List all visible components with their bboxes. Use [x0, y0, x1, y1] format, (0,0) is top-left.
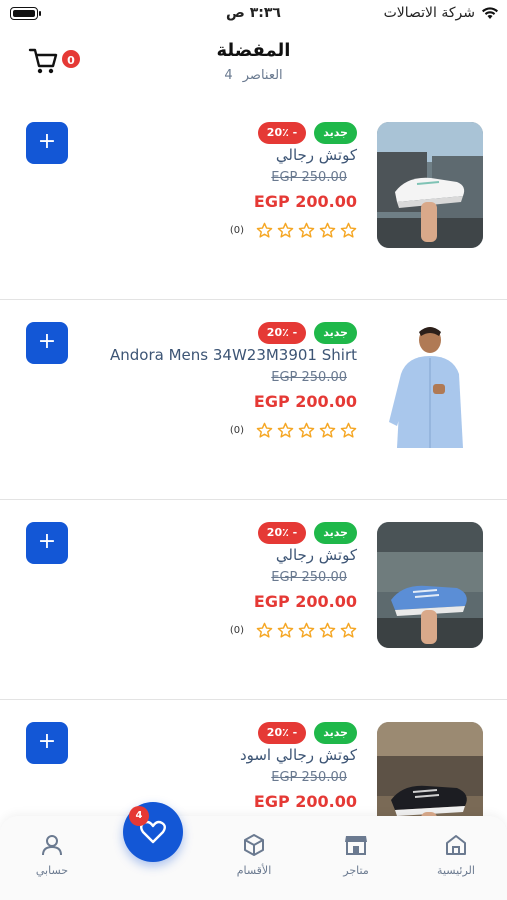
- add-to-cart-button[interactable]: +: [26, 522, 68, 564]
- add-to-cart-button[interactable]: +: [26, 322, 68, 364]
- star-icon: [277, 622, 294, 638]
- star-icon: [340, 422, 357, 438]
- star-icon: [340, 222, 357, 238]
- nav-account-label: حسابي: [35, 864, 69, 877]
- tags: 20٪ - جديد: [257, 122, 357, 144]
- star-icon: [256, 422, 273, 438]
- nav-home-label: الرئيسية: [437, 864, 475, 877]
- page-title: المفضلة: [216, 40, 291, 61]
- favorite-item[interactable]: + 20٪ - جديد كوتش رجالي EGP 250.00 EGP 2…: [0, 500, 507, 700]
- star-icon: [277, 222, 294, 238]
- star-icon: [319, 622, 336, 638]
- user-icon: [42, 835, 62, 856]
- tags: 20٪ - جديد: [257, 322, 357, 344]
- old-price: EGP 250.00: [271, 170, 347, 185]
- carrier-label: شركة الاتصالات: [383, 5, 475, 21]
- bottom-nav: الرئيسية متاجر الأقسام حسابي: [0, 816, 507, 900]
- new-badge: جديد: [314, 122, 357, 144]
- tags: 20٪ - جديد: [257, 522, 357, 544]
- product-name[interactable]: كوتش رجالي: [276, 546, 357, 564]
- price: EGP 200.00: [253, 792, 357, 811]
- nav-account[interactable]: حسابي: [12, 832, 92, 877]
- new-badge: جديد: [314, 322, 357, 344]
- nav-stores[interactable]: متاجر: [316, 832, 396, 877]
- nav-categories[interactable]: الأقسام: [214, 832, 294, 877]
- page-header: 0 المفضلة العناصر 4: [0, 32, 507, 102]
- star-icon: [256, 622, 273, 638]
- rating: (0): [230, 422, 357, 439]
- box-icon: [244, 834, 264, 856]
- star-icon: [298, 422, 315, 438]
- product-name[interactable]: Andora Mens 34W23M3901 Shirt: [110, 346, 357, 364]
- items-count: العناصر 4: [0, 68, 507, 83]
- product-image[interactable]: [377, 322, 483, 448]
- nav-categories-label: الأقسام: [236, 864, 272, 877]
- star-icon: [340, 622, 357, 638]
- rating: (0): [230, 222, 357, 239]
- price: EGP 200.00: [253, 592, 357, 611]
- wifi-icon: [482, 7, 498, 19]
- old-price: EGP 250.00: [271, 370, 347, 385]
- new-badge: جديد: [314, 522, 357, 544]
- status-carrier: شركة الاتصالات: [384, 5, 499, 21]
- tags: 20٪ - جديد: [257, 722, 357, 744]
- store-icon: [345, 836, 367, 855]
- discount-badge: 20٪ -: [257, 322, 307, 344]
- nav-home[interactable]: الرئيسية: [416, 832, 496, 877]
- old-price: EGP 250.00: [271, 770, 347, 785]
- rating-count: (0): [229, 625, 244, 636]
- add-to-cart-button[interactable]: +: [26, 722, 68, 764]
- new-badge: جديد: [314, 722, 357, 744]
- home-icon: [446, 835, 466, 855]
- items-count-value: 4: [224, 68, 233, 83]
- discount-badge: 20٪ -: [257, 122, 307, 144]
- star-icon: [277, 422, 294, 438]
- add-to-cart-button[interactable]: +: [26, 122, 68, 164]
- favorites-badge: 4: [129, 806, 149, 826]
- star-icon: [298, 222, 315, 238]
- status-bar: ٣:٣٦ ص شركة الاتصالات: [0, 0, 507, 28]
- rating-count: (0): [229, 425, 244, 436]
- favorite-item[interactable]: + 20٪ - جديد Andora Mens 34W23M3901 Shir…: [0, 300, 507, 500]
- star-icon: [298, 622, 315, 638]
- product-name[interactable]: كوتش رجالي اسود: [240, 746, 357, 764]
- favorites-button[interactable]: 4: [123, 802, 183, 862]
- product-image[interactable]: [377, 522, 483, 648]
- nav-stores-label: متاجر: [343, 864, 369, 877]
- discount-badge: 20٪ -: [257, 522, 307, 544]
- rating-count: (0): [229, 225, 244, 236]
- star-icon: [319, 422, 336, 438]
- items-count-label: العناصر: [242, 68, 283, 83]
- rating: (0): [230, 622, 357, 639]
- old-price: EGP 250.00: [271, 570, 347, 585]
- star-icon: [319, 222, 336, 238]
- star-icon: [256, 222, 273, 238]
- discount-badge: 20٪ -: [257, 722, 307, 744]
- product-name[interactable]: كوتش رجالي: [276, 146, 357, 164]
- product-image[interactable]: [377, 122, 483, 248]
- price: EGP 200.00: [253, 392, 357, 411]
- price: EGP 200.00: [253, 192, 357, 211]
- favorite-item[interactable]: + 20٪ - جديد كوتش رجالي EGP 250.00 EGP 2…: [0, 100, 507, 300]
